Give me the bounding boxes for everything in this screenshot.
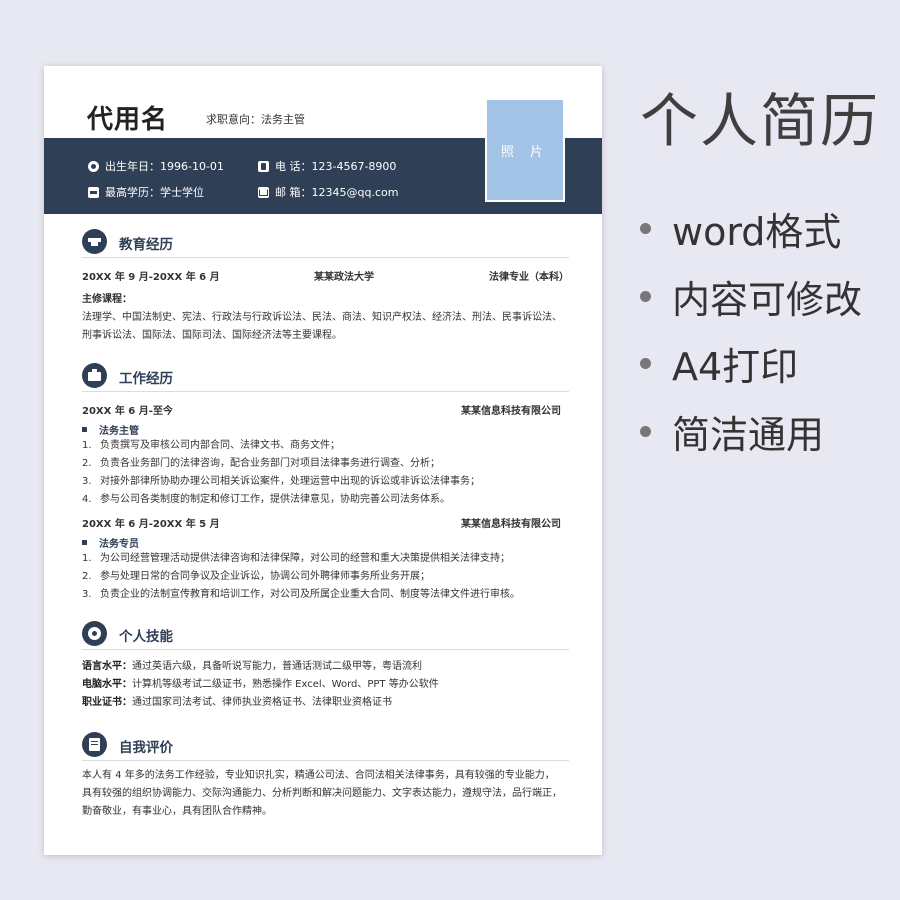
list-item: 3. 对接外部律所协助办理公司相关诉讼案件，处理运营中出现的诉讼或非诉讼法律事务； bbox=[82, 476, 480, 487]
promo-bullet: A4打印 bbox=[640, 336, 798, 391]
section-title: 个人技能 bbox=[119, 629, 173, 645]
company-name: 某某信息科技有限公司 bbox=[461, 519, 561, 530]
skill-line: 电脑水平：计算机等级考试二级证书，熟悉操作 Excel、Word、PPT 等办公… bbox=[82, 679, 439, 690]
promo-bullet: 内容可修改 bbox=[640, 269, 862, 324]
section-title: 工作经历 bbox=[119, 371, 173, 387]
square-bullet-icon bbox=[82, 427, 87, 432]
skill-line: 职业证书：通过国家司法考试、律师执业资格证书、法律职业资格证书 bbox=[82, 697, 392, 708]
education-row: 20XX 年 9 月-20XX 年 6 月 某某政法大学 法律专业（本科） bbox=[82, 268, 569, 284]
job-period: 20XX 年 6 月-20XX 年 5 月 bbox=[82, 519, 220, 530]
self-evaluation-section: 自我评价 本人有 4 年多的法务工作经验，专业知识扎实，精通公司法、合同法相关法… bbox=[82, 730, 569, 821]
phone-info: 电 话：123-4567-8900 bbox=[258, 158, 396, 174]
school-name: 某某政法大学 bbox=[314, 272, 374, 283]
square-bullet-icon bbox=[82, 540, 87, 545]
bullet-dot-icon bbox=[640, 291, 651, 302]
section-title: 教育经历 bbox=[119, 237, 173, 253]
photo-placeholder: 照 片 bbox=[485, 98, 565, 202]
phone-icon bbox=[258, 160, 269, 172]
promo-bullet: 简洁通用 bbox=[640, 404, 824, 459]
job-row: 20XX 年 6 月-20XX 年 5 月 某某信息科技有限公司 bbox=[82, 515, 569, 531]
birth-info: 出生年日：1996-10-01 bbox=[88, 158, 224, 174]
list-item: 1. 负责撰写及审核公司内部合同、法律文书、商务文件； bbox=[82, 440, 340, 451]
bullet-dot-icon bbox=[640, 426, 651, 437]
courses-text: 法理学、中国法制史、宪法、行政法与行政诉讼法、民法、商法、知识产权法、经济法、刑… bbox=[82, 312, 562, 341]
skills-section: 个人技能 语言水平：通过英语六级，具备听说写能力，普通话测试二级甲等，粤语流利 … bbox=[82, 619, 569, 712]
company-name: 某某信息科技有限公司 bbox=[461, 406, 561, 417]
list-item: 3. 负责企业的法制宣传教育和培训工作，对公司及所属企业重大合同、制度等法律文件进… bbox=[82, 589, 520, 600]
courses-label: 主修课程： bbox=[82, 294, 132, 305]
self-evaluation-text: 本人有 4 年多的法务工作经验，专业知识扎实，精通公司法、合同法相关法律事务，具… bbox=[82, 770, 562, 817]
list-item: 2. 负责各业务部门的法律咨询，配合业务部门对项目法律事务进行调查、分析； bbox=[82, 458, 440, 469]
book-icon bbox=[82, 732, 107, 757]
education-section: 教育经历 20XX 年 9 月-20XX 年 6 月 某某政法大学 法律专业（本… bbox=[82, 227, 569, 345]
promo-bullet: word格式 bbox=[640, 201, 841, 256]
education-period: 20XX 年 9 月-20XX 年 6 月 bbox=[82, 272, 220, 283]
gear-icon bbox=[82, 621, 107, 646]
promo-panel: 个人简历 bbox=[640, 74, 880, 158]
major: 法律专业（本科） bbox=[489, 272, 569, 283]
email-info: 邮 箱：12345@qq.com bbox=[258, 184, 398, 200]
job-period: 20XX 年 6 月-至今 bbox=[82, 406, 173, 417]
education-info: 最高学历：学士学位 bbox=[88, 184, 204, 200]
work-section: 工作经历 20XX 年 6 月-至今 某某信息科技有限公司 法务主管 1. 负责撰… bbox=[82, 361, 569, 604]
graduation-cap-icon bbox=[88, 186, 99, 198]
candidate-name: 代用名 bbox=[87, 105, 169, 135]
briefcase-icon bbox=[82, 363, 107, 388]
resume-page: 代用名 求职意向：法务主管 出生年日：1996-10-01 电 话：123-45… bbox=[44, 66, 602, 855]
job-role: 法务主管 bbox=[82, 422, 569, 437]
promo-title: 个人简历 bbox=[640, 87, 881, 155]
skill-line: 语言水平：通过英语六级，具备听说写能力，普通话测试二级甲等，粤语流利 bbox=[82, 661, 422, 672]
list-item: 2. 参与处理日常的合同争议及企业诉讼，协调公司外聘律师事务所业务开展； bbox=[82, 571, 430, 582]
bullet-dot-icon bbox=[640, 358, 651, 369]
calendar-icon bbox=[88, 160, 99, 172]
envelope-icon bbox=[258, 186, 269, 198]
job-role: 法务专员 bbox=[82, 535, 569, 550]
list-item: 1. 为公司经营管理活动提供法律咨询和法律保障，对公司的经营和重大决策提供相关法律… bbox=[82, 553, 510, 564]
list-item: 4. 参与公司各类制度的制定和修订工作，提供法律意见，协助完善公司法务体系。 bbox=[82, 494, 450, 505]
bullet-dot-icon bbox=[640, 223, 651, 234]
graduation-cap-icon bbox=[82, 229, 107, 254]
job-row: 20XX 年 6 月-至今 某某信息科技有限公司 bbox=[82, 402, 569, 418]
section-title: 自我评价 bbox=[119, 740, 173, 756]
job-intent: 求职意向：法务主管 bbox=[206, 113, 305, 126]
